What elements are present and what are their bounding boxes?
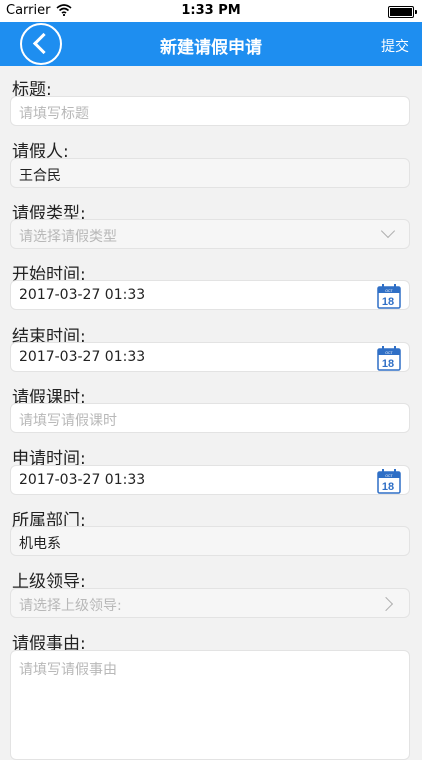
title-input[interactable]: 请填写标题 <box>10 96 410 126</box>
calendar-icon[interactable]: OCT 18 <box>377 283 401 309</box>
supervisor-select[interactable]: 请选择上级领导: <box>10 588 410 618</box>
leave-hours-placeholder: 请填写请假课时 <box>19 413 117 429</box>
applicant-field: 王合民 <box>10 158 410 188</box>
nav-bar: 新建请假申请 提交 <box>0 22 422 66</box>
reason-textarea[interactable]: 请填写请假事由 <box>10 650 410 760</box>
leave-hours-input[interactable]: 请填写请假课时 <box>10 403 410 433</box>
end-time-value: 2017-03-27 01:33 <box>19 349 146 365</box>
start-time-value: 2017-03-27 01:33 <box>19 287 146 303</box>
reason-placeholder: 请填写请假事由 <box>19 662 117 678</box>
chevron-down-icon <box>380 223 396 239</box>
leave-type-select[interactable]: 请选择请假类型 <box>10 219 410 249</box>
calendar-month: OCT <box>385 474 393 478</box>
status-bar: Carrier 1:33 PM <box>0 0 422 22</box>
calendar-day: 18 <box>382 296 394 308</box>
title-placeholder: 请填写标题 <box>19 106 89 122</box>
calendar-icon[interactable]: OCT 18 <box>377 468 401 494</box>
supervisor-placeholder: 请选择上级领导: <box>19 598 122 614</box>
applicant-value: 王合民 <box>19 168 61 184</box>
department-field: 机电系 <box>10 526 410 556</box>
calendar-icon[interactable]: OCT 18 <box>377 345 401 371</box>
end-time-field[interactable]: 2017-03-27 01:33 OCT 18 <box>10 342 410 372</box>
apply-time-field[interactable]: 2017-03-27 01:33 OCT 18 <box>10 465 410 495</box>
chevron-right-icon <box>378 596 394 612</box>
page-title: 新建请假申请 <box>160 38 262 58</box>
status-time: 1:33 PM <box>181 3 241 18</box>
submit-button[interactable]: 提交 <box>381 36 409 56</box>
battery-icon <box>388 6 417 18</box>
calendar-month: OCT <box>385 351 393 355</box>
calendar-day: 18 <box>382 358 394 370</box>
leave-type-placeholder: 请选择请假类型 <box>19 229 117 245</box>
calendar-day: 18 <box>382 481 394 493</box>
department-value: 机电系 <box>19 536 61 552</box>
calendar-month: OCT <box>385 289 393 293</box>
start-time-field[interactable]: 2017-03-27 01:33 OCT 18 <box>10 280 410 310</box>
apply-time-value: 2017-03-27 01:33 <box>19 472 146 488</box>
